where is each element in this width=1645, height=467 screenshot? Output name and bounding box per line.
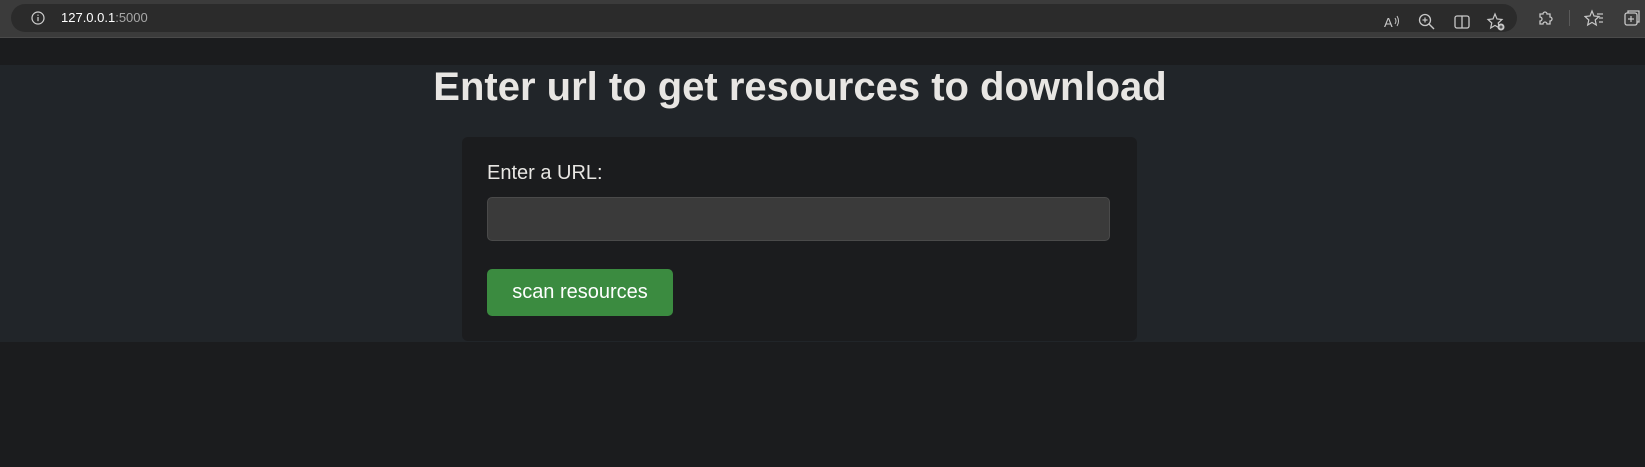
split-screen-icon[interactable] bbox=[1452, 12, 1472, 32]
svg-text:A: A bbox=[1384, 15, 1393, 30]
zoom-icon[interactable] bbox=[1417, 12, 1437, 32]
url-host: 127.0.0.1 bbox=[61, 10, 116, 25]
address-bar[interactable]: 127.0.0.1:5000 A bbox=[11, 4, 1517, 32]
url-field-label: Enter a URL: bbox=[487, 162, 603, 184]
info-icon[interactable] bbox=[31, 11, 45, 25]
page-top-strip bbox=[0, 38, 1645, 65]
url-text[interactable]: 127.0.0.1:5000 bbox=[61, 10, 148, 25]
url-port: :5000 bbox=[115, 10, 148, 25]
favorites-icon[interactable] bbox=[1584, 8, 1604, 28]
url-input[interactable] bbox=[487, 197, 1110, 241]
page-title: Enter url to get resources to download bbox=[433, 65, 1167, 109]
extensions-icon[interactable] bbox=[1535, 8, 1555, 28]
add-favorite-icon[interactable] bbox=[1486, 12, 1506, 32]
scan-resources-button[interactable]: scan resources bbox=[487, 269, 673, 316]
toolbar-divider bbox=[1569, 10, 1570, 26]
browser-toolbar: 127.0.0.1:5000 A bbox=[0, 0, 1645, 38]
collections-icon[interactable] bbox=[1622, 8, 1642, 28]
read-aloud-icon[interactable]: A bbox=[1382, 12, 1402, 32]
url-form-card: Enter a URL: scan resources bbox=[462, 137, 1137, 341]
